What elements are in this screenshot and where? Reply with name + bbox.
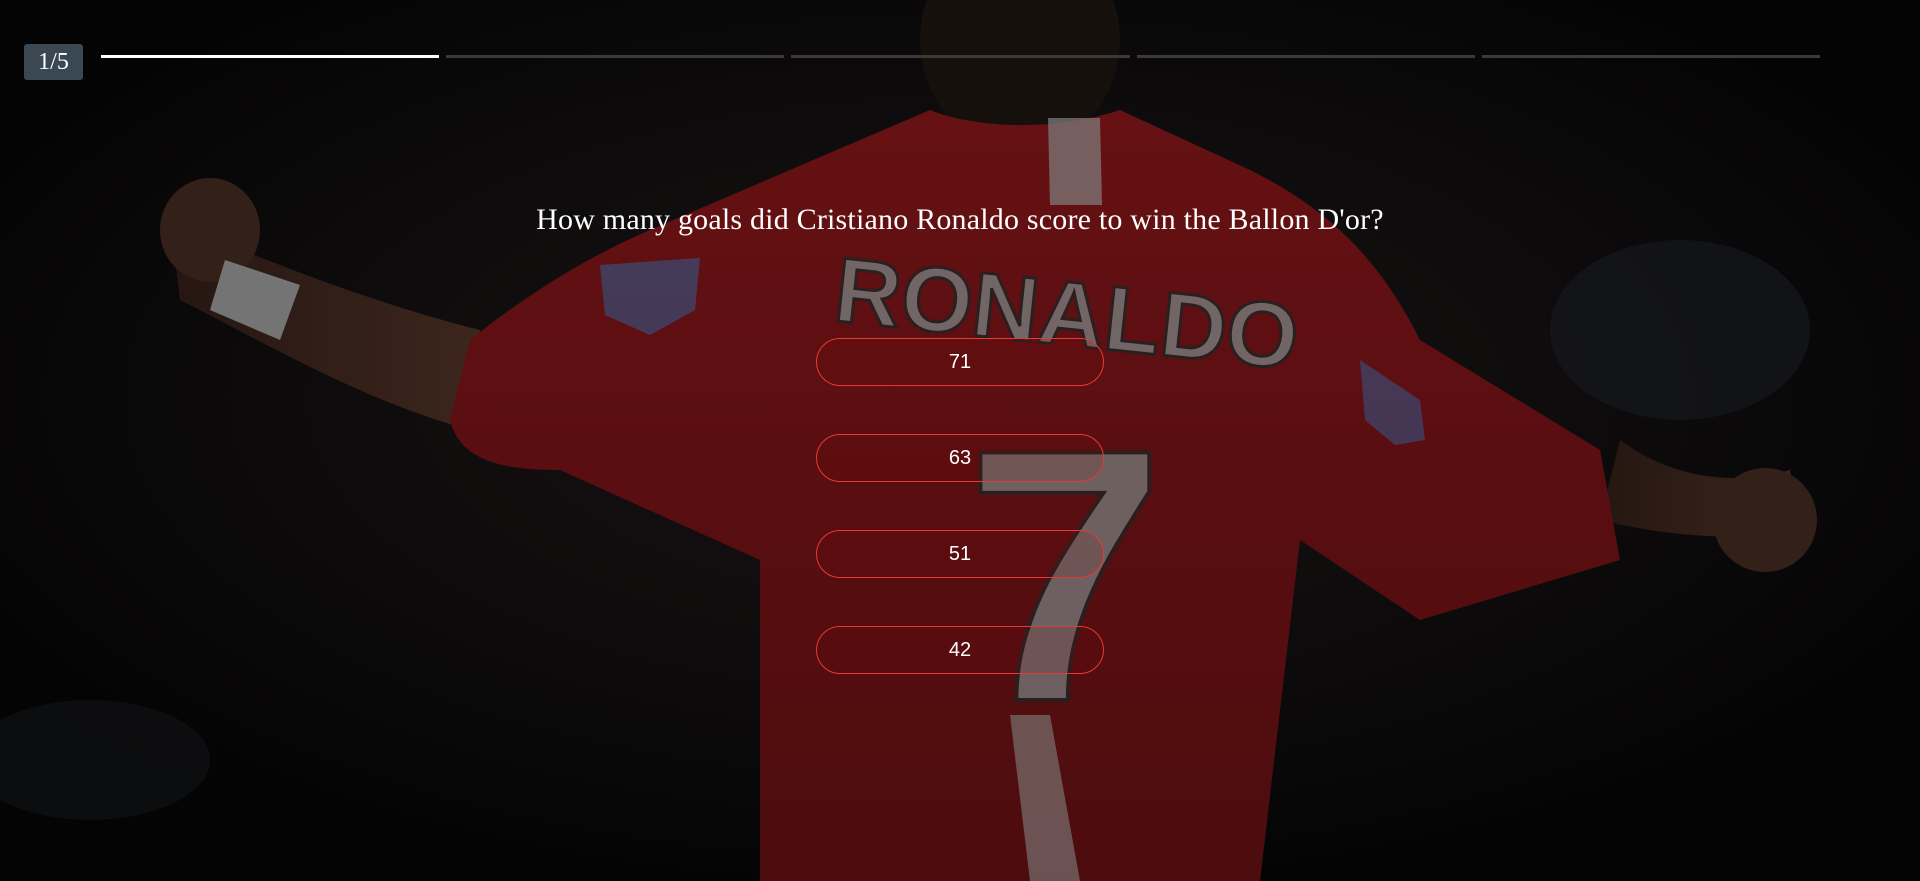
quiz-screen: RONALDO 7 1/5 How many goals did Cristia… <box>0 0 1920 881</box>
answer-list: 71 63 51 42 <box>816 338 1104 722</box>
progress-segment-3 <box>791 55 1130 58</box>
answer-option-3[interactable]: 51 <box>816 530 1104 578</box>
progress-segment-1 <box>101 55 440 58</box>
answer-option-1[interactable]: 71 <box>816 338 1104 386</box>
progress-segment-5 <box>1481 55 1821 58</box>
progress-segment-4 <box>1136 55 1475 58</box>
question-counter: 1/5 <box>24 44 83 80</box>
progress-segment-2 <box>446 55 785 58</box>
answer-option-2[interactable]: 63 <box>816 434 1104 482</box>
progress-bar <box>101 55 1821 58</box>
question-text: How many goals did Cristiano Ronaldo sco… <box>536 203 1384 236</box>
answer-option-4[interactable]: 42 <box>816 626 1104 674</box>
